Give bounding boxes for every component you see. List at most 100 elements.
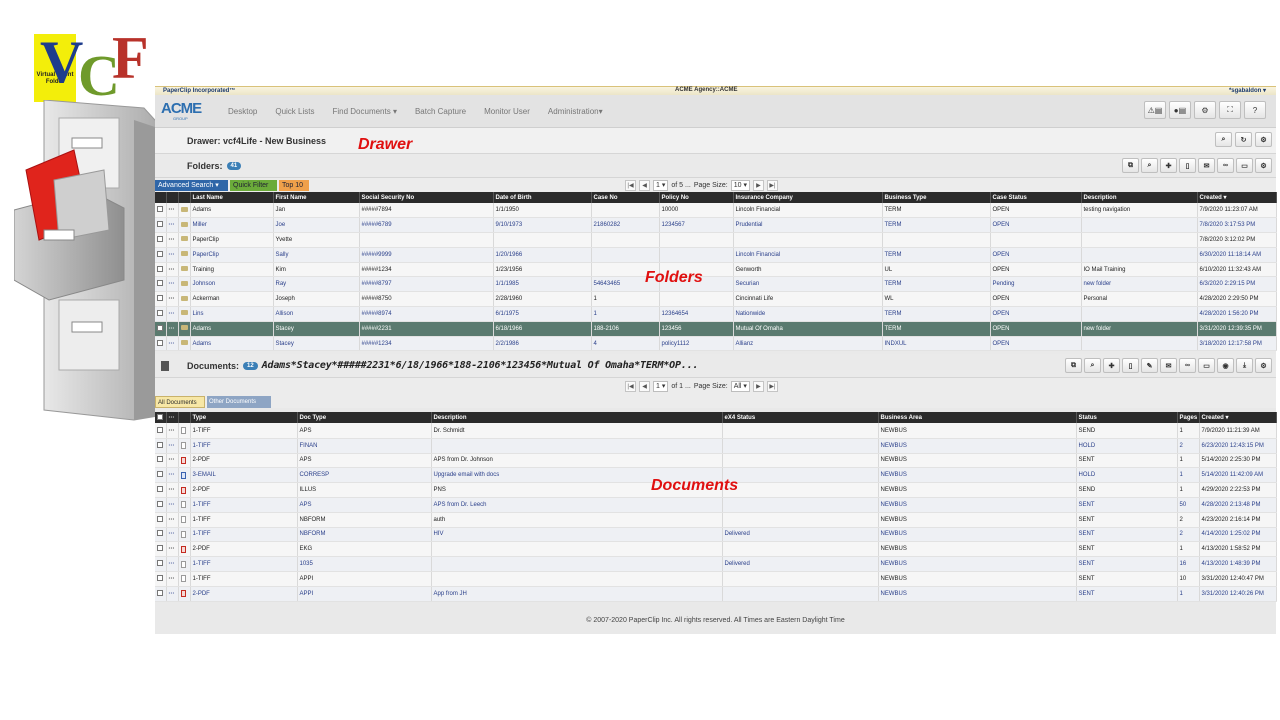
- row-checkbox-cell[interactable]: [155, 541, 167, 558]
- table-row[interactable]: ··· 1-TIFF NBFORM HIV Delivered NEWBUS SENT 2 4/…: [155, 527, 1277, 543]
- edit-icon[interactable]: ✎: [1141, 358, 1158, 374]
- search-icon[interactable]: ⌕: [1215, 132, 1232, 147]
- row-checkbox-cell[interactable]: [155, 321, 167, 337]
- table-row[interactable]: ··· 1-TIFF 1035 Delivered NEWBUS SENT 16 4/13/2…: [155, 556, 1277, 572]
- email-icon[interactable]: ✉: [1198, 158, 1215, 173]
- row-checkbox[interactable]: [157, 560, 163, 567]
- row-checkbox-cell[interactable]: [155, 336, 167, 352]
- table-row[interactable]: ··· Ackerman Joseph #####8750 2/28/1960 1 Cinc…: [155, 291, 1277, 308]
- tab-all-documents[interactable]: All Documents: [155, 396, 205, 409]
- table-row[interactable]: ··· Adams Stacey #####1234 2/2/1986 4 policy11…: [155, 336, 1277, 352]
- table-row[interactable]: ··· PaperClip Sally #####9999 1/20/1966 Linco…: [155, 247, 1277, 263]
- row-actions-cell[interactable]: ···: [166, 217, 179, 234]
- print-icon[interactable]: ▭: [1236, 158, 1253, 173]
- row-checkbox[interactable]: [157, 280, 163, 287]
- link-icon[interactable]: ∞: [1217, 158, 1234, 173]
- row-checkbox-cell[interactable]: [155, 438, 167, 454]
- row-checkbox-cell[interactable]: [155, 467, 167, 484]
- row-checkbox[interactable]: [157, 206, 163, 213]
- row-actions-cell[interactable]: ···: [166, 276, 179, 293]
- row-actions-cell[interactable]: ···: [166, 541, 179, 558]
- table-row[interactable]: ··· 2-PDF APS APS from Dr. Johnson NEWBUS SEN…: [155, 453, 1277, 469]
- row-checkbox[interactable]: [157, 309, 163, 316]
- col-first-name[interactable]: First Name: [273, 192, 360, 203]
- nav-find-documents[interactable]: Find Documents ▾: [323, 107, 405, 116]
- row-actions-cell[interactable]: ···: [166, 467, 179, 484]
- next-page-icon[interactable]: ▶: [752, 380, 764, 392]
- row-checkbox[interactable]: [157, 545, 163, 552]
- row-checkbox[interactable]: [157, 250, 163, 257]
- row-checkbox-cell[interactable]: [155, 306, 167, 322]
- row-checkbox[interactable]: [157, 589, 163, 596]
- row-actions-cell[interactable]: ···: [166, 438, 179, 454]
- delete-icon[interactable]: ▯: [1122, 358, 1139, 374]
- refresh-icon[interactable]: ↻: [1235, 132, 1252, 147]
- row-checkbox[interactable]: [157, 574, 163, 581]
- nav-desktop[interactable]: Desktop: [219, 107, 266, 116]
- col-type[interactable]: Type: [190, 412, 298, 424]
- restore-icon[interactable]: ⧉: [1122, 158, 1139, 173]
- folders-page-select[interactable]: 1 ▾: [653, 179, 669, 191]
- col-created[interactable]: Created ▾: [1199, 412, 1277, 424]
- table-row[interactable]: ··· PaperClip Yvette 7/8/2020 3:12:02 PM: [155, 232, 1277, 248]
- row-checkbox-cell[interactable]: [155, 276, 167, 293]
- table-row[interactable]: ··· 1-TIFF APS APS from Dr. Leech NEWBUS SENT…: [155, 497, 1277, 513]
- print-icon[interactable]: ▭: [1198, 358, 1215, 374]
- nav-quick-lists[interactable]: Quick Lists: [266, 107, 323, 116]
- row-checkbox[interactable]: [157, 235, 163, 242]
- row-checkbox[interactable]: [157, 221, 163, 228]
- folders-page-size-select[interactable]: 10 ▾: [730, 179, 750, 191]
- col-last-name[interactable]: Last Name: [190, 192, 274, 203]
- search-icon[interactable]: ⌕: [1141, 158, 1158, 173]
- documents-page-size-select[interactable]: All ▾: [730, 380, 750, 392]
- row-checkbox[interactable]: [157, 441, 163, 448]
- row-checkbox-cell[interactable]: [155, 556, 167, 572]
- table-row[interactable]: ··· Miller Joe #####6789 9/10/1973 21860282 12…: [155, 217, 1277, 234]
- last-page-icon[interactable]: ▶|: [766, 380, 778, 392]
- row-checkbox-cell[interactable]: [155, 586, 167, 602]
- row-checkbox[interactable]: [157, 515, 163, 522]
- prev-page-icon[interactable]: ◀: [639, 380, 650, 392]
- row-actions-cell[interactable]: ···: [166, 512, 179, 528]
- row-checkbox[interactable]: [157, 295, 163, 302]
- row-checkbox[interactable]: [157, 486, 163, 493]
- col-status[interactable]: Status: [1076, 412, 1178, 424]
- gear-icon[interactable]: ⚙: [1255, 358, 1272, 374]
- delete-icon[interactable]: ▯: [1179, 158, 1196, 173]
- restore-icon[interactable]: ⧉: [1065, 358, 1082, 374]
- row-actions-cell[interactable]: ···: [166, 336, 179, 352]
- col-created[interactable]: Created ▾: [1197, 192, 1277, 203]
- row-checkbox-cell[interactable]: [155, 527, 167, 543]
- add-icon[interactable]: ✚: [1160, 158, 1177, 173]
- row-checkbox[interactable]: [157, 456, 163, 463]
- col-ssn[interactable]: Social Security No: [359, 192, 494, 203]
- col-ex4-status[interactable]: eX4 Status: [722, 412, 879, 424]
- col-case-no[interactable]: Case No: [591, 192, 660, 203]
- next-page-icon[interactable]: ▶: [752, 179, 764, 191]
- table-row[interactable]: ··· Adams Stacey #####2231 6/18/1966 188-2106…: [155, 321, 1277, 337]
- row-checkbox[interactable]: [157, 530, 163, 537]
- row-checkbox[interactable]: [157, 426, 163, 433]
- row-actions-cell[interactable]: ···: [166, 203, 179, 219]
- row-checkbox-cell[interactable]: [155, 247, 167, 263]
- table-row[interactable]: ··· Johnson Ray #####8797 1/1/1985 54643465 Se…: [155, 276, 1277, 293]
- link-icon[interactable]: ∞: [1179, 358, 1196, 374]
- gear-icon[interactable]: ⚙: [1255, 132, 1272, 147]
- first-page-icon[interactable]: |◀: [625, 380, 636, 392]
- table-row[interactable]: ··· Adams Jan #####7894 1/1/1950 10000 Lincoln…: [155, 203, 1277, 219]
- col-policy-no[interactable]: Policy No: [659, 192, 734, 203]
- table-row[interactable]: ··· 2-PDF APPI App from JH NEWBUS SENT 1 3/31/2…: [155, 586, 1277, 602]
- row-actions-cell[interactable]: ···: [166, 291, 179, 308]
- table-row[interactable]: ··· 1-TIFF FINAN NEWBUS HOLD 2 6/23/2020 12:43…: [155, 438, 1277, 454]
- table-row[interactable]: ··· 1-TIFF NBFORM auth NEWBUS SENT 2 4/23/2020 …: [155, 512, 1277, 528]
- row-actions-cell[interactable]: ···: [166, 321, 179, 337]
- row-actions-cell[interactable]: ···: [166, 482, 179, 498]
- table-row[interactable]: ··· 1-TIFF APPI NEWBUS SENT 10 3/31/2020 12:40…: [155, 571, 1277, 587]
- row-actions-cell[interactable]: ···: [166, 306, 179, 322]
- row-actions-cell[interactable]: ···: [166, 232, 179, 248]
- select-all-checkbox[interactable]: [157, 413, 163, 420]
- row-checkbox[interactable]: [157, 324, 163, 331]
- col-description[interactable]: Description: [431, 412, 723, 424]
- row-actions-cell[interactable]: ···: [166, 423, 179, 439]
- nav-administration[interactable]: Administration▾: [539, 107, 612, 116]
